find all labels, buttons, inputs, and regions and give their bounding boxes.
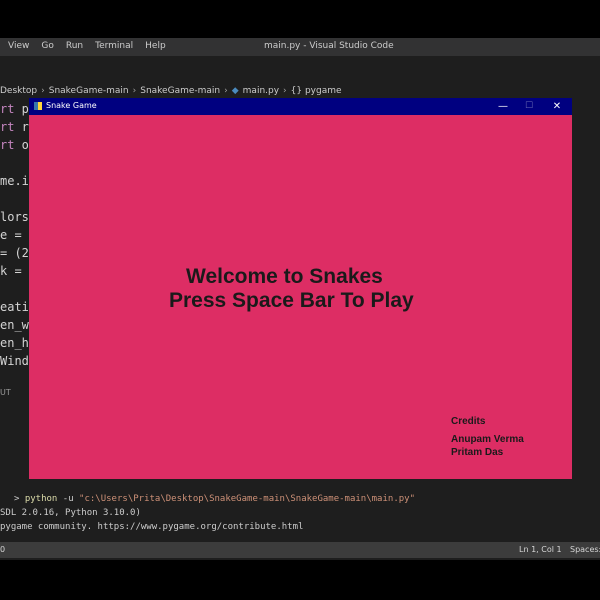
pygame-snake-icon xyxy=(34,102,42,110)
game-titlebar[interactable]: Snake Game — ☐ ✕ xyxy=(29,98,572,115)
terminal-line: > python -u "c:\Users\Prita\Desktop\Snak… xyxy=(0,492,600,506)
terminal-path: "c:\Users\Prita\Desktop\SnakeGame-main\S… xyxy=(79,494,415,504)
terminal-flag: -u xyxy=(62,494,74,504)
terminal-line: SDL 2.0.16, Python 3.10.0) xyxy=(0,508,141,518)
menu-go[interactable]: Go xyxy=(41,41,53,51)
menu-terminal[interactable]: Terminal xyxy=(95,41,133,51)
menu-help[interactable]: Help xyxy=(145,41,166,51)
menu-run[interactable]: Run xyxy=(66,41,83,51)
chevron-right-icon: › xyxy=(41,86,45,96)
play-instruction: Press Space Bar To Play xyxy=(169,289,414,312)
window-title: main.py - Visual Studio Code xyxy=(264,41,394,51)
breadcrumb-item-subfolder[interactable]: SnakeGame-main xyxy=(140,86,220,96)
credit-name: Pritam Das xyxy=(451,447,504,458)
terminal-line: pygame community. https://www.pygame.org… xyxy=(0,522,304,532)
breadcrumb-item-file[interactable]: main.py xyxy=(243,86,279,96)
breadcrumb-item-desktop[interactable]: Desktop xyxy=(0,86,37,96)
credits-heading: Credits xyxy=(451,416,486,427)
credit-name: Anupam Verma xyxy=(451,434,524,445)
code-keyword: rt xyxy=(0,102,15,116)
terminal-command: python xyxy=(24,494,58,504)
menu-view[interactable]: View xyxy=(8,41,29,51)
minimize-button[interactable]: — xyxy=(489,98,517,115)
chevron-right-icon: › xyxy=(224,86,228,96)
status-indentation[interactable]: Spaces: xyxy=(570,545,600,554)
close-button[interactable]: ✕ xyxy=(543,98,571,115)
breadcrumb-item-symbol[interactable]: {} pygame xyxy=(291,86,342,96)
maximize-button[interactable]: ☐ xyxy=(515,98,543,115)
code-keyword: rt xyxy=(0,120,15,134)
status-bar: 0 Ln 1, Col 1 Spaces: xyxy=(0,542,600,558)
vscode-titlebar: View Go Run Terminal Help main.py - Visu… xyxy=(0,38,600,56)
terminal-prompt: > xyxy=(14,494,20,504)
panel-tab-output[interactable]: UT xyxy=(0,388,11,397)
chevron-right-icon: › xyxy=(132,86,137,96)
python-file-icon: ◆ xyxy=(231,86,239,96)
code-keyword: rt xyxy=(0,138,15,152)
chevron-right-icon: › xyxy=(283,86,287,96)
breadcrumb-item-folder[interactable]: SnakeGame-main xyxy=(49,86,129,96)
snake-game-window[interactable]: Snake Game — ☐ ✕ Welcome to Snakes Press… xyxy=(29,98,572,479)
terminal-panel[interactable]: > python -u "c:\Users\Prita\Desktop\Snak… xyxy=(0,492,600,534)
status-problems[interactable]: 0 xyxy=(0,545,5,554)
status-cursor-position[interactable]: Ln 1, Col 1 xyxy=(519,545,562,554)
welcome-title: Welcome to Snakes xyxy=(186,265,383,288)
game-window-title: Snake Game xyxy=(46,101,97,110)
code-text: lors xyxy=(0,210,29,224)
menu-bar: View Go Run Terminal Help xyxy=(8,41,166,51)
